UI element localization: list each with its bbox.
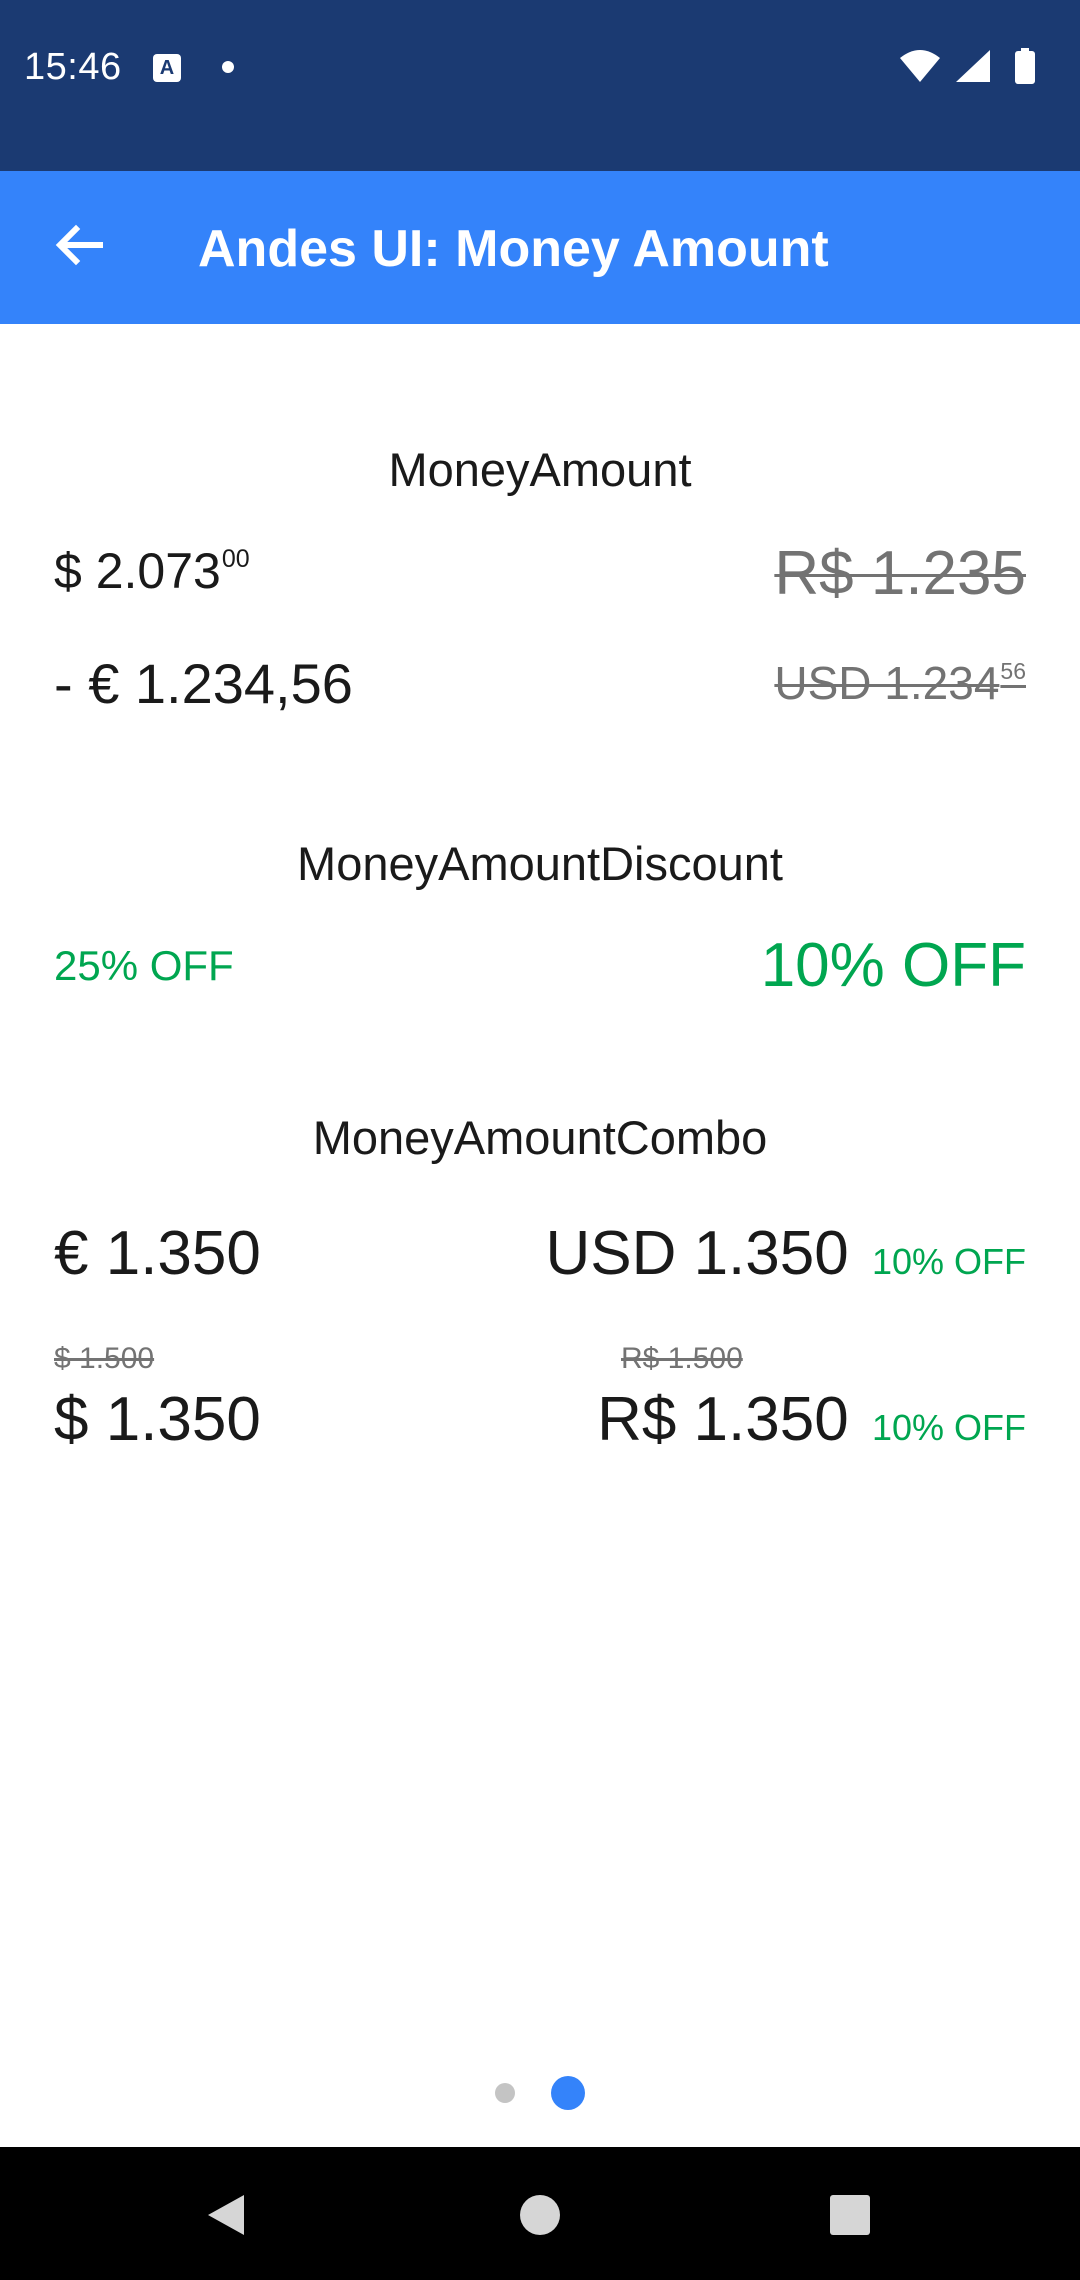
money-amount-with-cents: $ 2.07300 — [54, 542, 250, 600]
amount-value: - € 1.234,56 — [54, 652, 353, 715]
nav-recents-button[interactable] — [810, 2175, 890, 2255]
nav-recents-icon — [830, 2195, 870, 2235]
back-button[interactable] — [40, 207, 120, 287]
money-amount-previous-with-cents: USD 1.23456 — [774, 656, 1026, 710]
combo-amount: USD 1.350 — [545, 1219, 849, 1288]
battery-icon — [1015, 48, 1035, 84]
wifi-icon — [900, 50, 940, 82]
page-indicator — [0, 2076, 1080, 2110]
combo-discount: 10% OFF — [871, 1407, 1026, 1448]
combo-amount: R$ 1.350 — [597, 1385, 849, 1454]
system-navigation-bar — [0, 2147, 1080, 2280]
combo-amount-brl: R$ 1.350 10% OFF — [597, 1384, 1026, 1455]
discount-small: 25% OFF — [54, 942, 234, 989]
nav-back-icon — [208, 2195, 244, 2235]
combo-discount: 10% OFF — [871, 1241, 1026, 1282]
notification-app-icon: A — [153, 54, 181, 82]
arrow-back-icon — [55, 224, 103, 266]
combo-previous-amount: R$ 1.500 — [621, 1342, 743, 1375]
nav-home-button[interactable] — [500, 2175, 580, 2255]
amount-value: USD 1.234 — [774, 657, 1000, 709]
section-title-money-amount-combo: MoneyAmountCombo — [312, 1111, 768, 1164]
status-time: 15:46 — [24, 46, 122, 88]
app-bar-title: Andes UI: Money Amount — [198, 220, 829, 278]
status-bar: 15:46 A — [0, 0, 1080, 171]
section-title-money-amount-discount: MoneyAmountDiscount — [297, 837, 783, 890]
nav-back-button[interactable] — [186, 2175, 266, 2255]
amount-value: $ 2.073 — [54, 543, 221, 599]
money-amount-negative: - € 1.234,56 — [54, 651, 353, 716]
combo-amount-euro: € 1.350 — [54, 1219, 261, 1288]
combo-amount-dollar: $ 1.350 — [54, 1385, 261, 1454]
nav-home-icon — [520, 2195, 560, 2235]
page-dot-inactive[interactable] — [495, 2083, 515, 2103]
money-amount-previous-large: R$ 1.235 — [774, 538, 1026, 609]
app-bar: Andes UI: Money Amount — [0, 171, 1080, 324]
combo-previous-amount: $ 1.500 — [54, 1342, 155, 1375]
amount-cents: 56 — [1000, 658, 1026, 685]
notification-dot-icon — [222, 61, 234, 73]
discount-large: 10% OFF — [760, 931, 1026, 1000]
amount-cents: 00 — [221, 544, 250, 573]
combo-amount-usd: USD 1.350 10% OFF — [545, 1218, 1026, 1289]
page-dot-active[interactable] — [551, 2076, 585, 2110]
section-title-money-amount: MoneyAmount — [388, 443, 692, 496]
cellular-signal-icon — [956, 50, 990, 82]
amount-value: R$ 1.235 — [774, 539, 1026, 608]
